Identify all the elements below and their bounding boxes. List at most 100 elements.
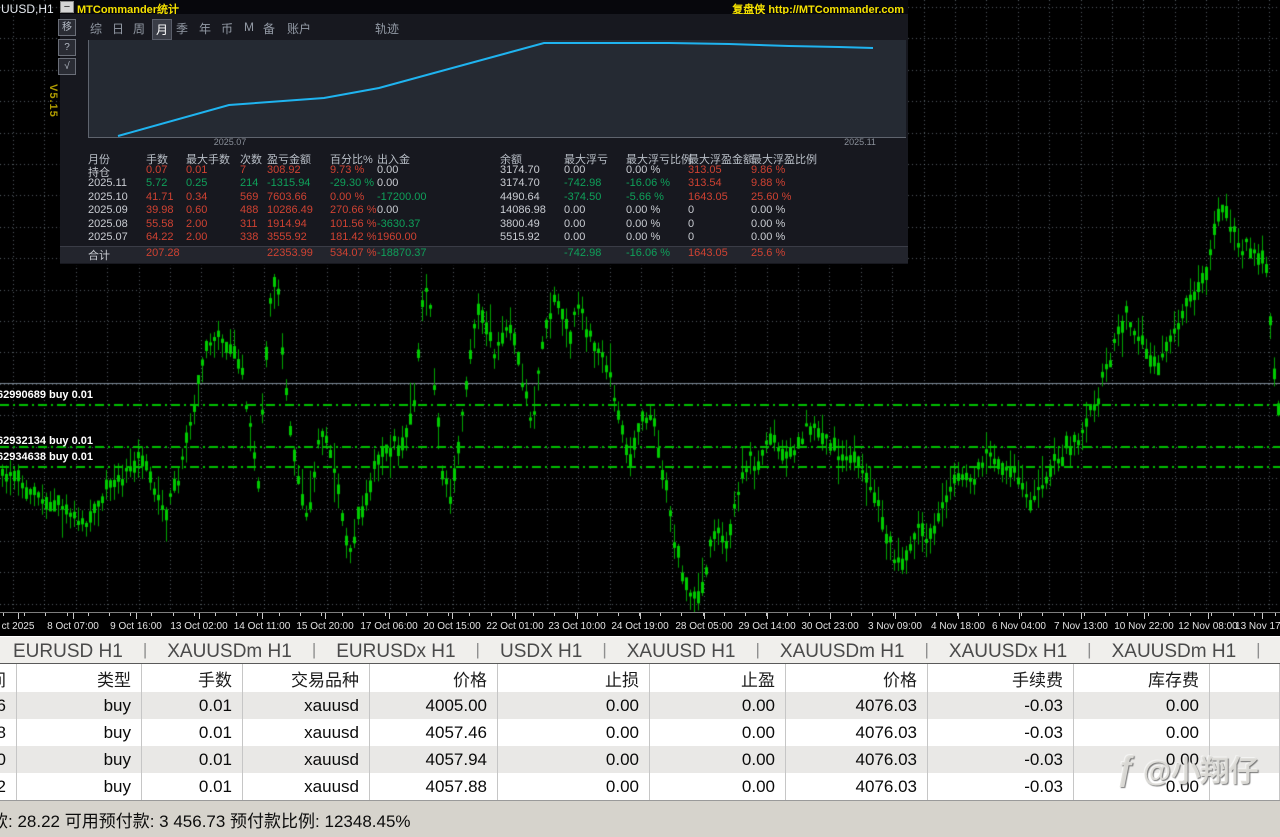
order-row-cell: 38 (0, 719, 17, 746)
time-tick (88, 613, 89, 616)
order-row-cell: 0.00 (650, 692, 786, 719)
stats-row-cell: 3800.49 (500, 218, 540, 230)
order-row: 38buy0.01xauusd4057.460.000.004076.03-0.… (0, 719, 1280, 746)
menu-item-季[interactable]: 季 (176, 20, 188, 37)
menu-item-账户[interactable]: 账户 (287, 20, 311, 37)
panel-side-button-?[interactable]: ? (58, 39, 76, 56)
time-tick (279, 613, 280, 616)
mtcommander-panel: − MTCommander统计 复盘侠 http://MTCommander.c… (60, 0, 908, 265)
stats-row-cell: 214 (240, 177, 258, 189)
stats-row-cell: 101.56 % (330, 218, 376, 230)
stats-row-cell: 55.58 (146, 218, 174, 230)
menu-item-日[interactable]: 日 (112, 20, 124, 37)
menu-item-周[interactable]: 周 (133, 20, 145, 37)
time-tick (1127, 613, 1128, 616)
time-tick (724, 613, 725, 616)
menu-item-年[interactable]: 年 (199, 20, 211, 37)
panel-side-button-√[interactable]: √ (58, 58, 76, 75)
time-label: 23 Oct 10:00 (548, 621, 605, 632)
time-label: 13 Nov 17:0 (1235, 621, 1280, 632)
chart-tab[interactable]: USDX H1 (480, 637, 602, 664)
chart-tab[interactable]: XAUUSDm H1 (147, 637, 312, 664)
time-tick (173, 613, 174, 616)
time-tick (618, 613, 619, 616)
time-tick (1148, 613, 1149, 616)
order-row-cell: 4076.03 (786, 692, 928, 719)
stats-row-cell: 0.00 % (751, 231, 785, 243)
stats-row-cell: 9.88 % (751, 177, 785, 189)
time-tick-major (262, 613, 263, 619)
stats-row-cell: -17200.00 (377, 191, 427, 203)
time-label: 6 Nov 04:00 (992, 621, 1046, 632)
stats-total-row-label: 合计 (88, 247, 110, 263)
stats-row-cell: 313.05 (688, 164, 722, 176)
orders-header-row-cell: 间 (0, 664, 17, 692)
order-line-label: 62932134 buy 0.01 (0, 435, 93, 447)
stats-row-cell: 0.00 (564, 164, 585, 176)
chart-tab[interactable]: EURUSD H1 (0, 637, 143, 664)
time-label: 17 Oct 06:00 (360, 621, 417, 632)
stats-total-row-cell: 25.6 % (751, 247, 785, 259)
menu-item-M[interactable]: M (244, 20, 254, 34)
time-label: 4 Nov 18:00 (931, 621, 985, 632)
chart-tab[interactable]: XAUUSDm H1 (760, 637, 925, 664)
order-row-cell: 06 (0, 692, 17, 719)
time-label: 13 Oct 02:00 (170, 621, 227, 632)
stats-row-cell: 0 (688, 231, 694, 243)
order-row-cell: buy (17, 719, 142, 746)
panel-side-button-移[interactable]: 移 (58, 19, 76, 36)
order-row-cell: 0.00 (1074, 692, 1210, 719)
stats-row-cell: 7 (240, 164, 246, 176)
minimize-button[interactable]: − (60, 1, 74, 13)
time-tick-major (515, 613, 516, 619)
chart-tab[interactable]: XAUUSDx H1 (929, 637, 1087, 664)
time-tick (915, 613, 916, 616)
stats-row-cell: 270.66 % (330, 204, 376, 216)
order-row-cell: 0.00 (1074, 773, 1210, 800)
stats-row-cell: 569 (240, 191, 258, 203)
equity-curve (89, 40, 906, 137)
stats-row-cell: 0.00 % (626, 231, 660, 243)
time-tick (130, 613, 131, 616)
time-tick (236, 613, 237, 616)
order-row: 06buy0.01xauusd4005.000.000.004076.03-0.… (0, 692, 1280, 719)
chart-tab[interactable]: EURUSDx H1 (316, 637, 475, 664)
order-row-cell: 4076.03 (786, 719, 928, 746)
stats-total-row: 合计207.2822353.99534.07 %-18870.37-742.98… (60, 246, 908, 263)
time-tick-major (73, 613, 74, 619)
time-tick-major (577, 613, 578, 619)
stats-row: 2025.115.720.25214-1315.94-29.30 %0.0031… (60, 177, 908, 191)
chart-tab[interactable]: XAUUSD H1 (607, 637, 756, 664)
orders-header-row-cell: 价格 (370, 664, 498, 692)
menu-item-轨迹[interactable]: 轨迹 (375, 20, 399, 37)
time-tick (1211, 613, 1212, 616)
time-tick-major (895, 613, 896, 619)
time-tick (787, 613, 788, 616)
time-axis[interactable]: ct 20258 Oct 07:009 Oct 16:0013 Oct 02:0… (0, 612, 1280, 637)
stats-row-cell: 9.73 % (330, 164, 364, 176)
time-tick-major (1208, 613, 1209, 619)
stats-row-cell: 0.00 (377, 204, 398, 216)
orders-header-row-cell: 库存费 (1074, 664, 1210, 692)
chart-tab[interactable]: XAUUSDm H1 (1092, 637, 1257, 664)
time-tick (1169, 613, 1170, 616)
menu-item-币[interactable]: 币 (221, 20, 233, 37)
time-tick-major (18, 613, 19, 619)
chart-tab[interactable]: XAUUSDm H1 (1261, 637, 1280, 664)
time-tick (491, 613, 492, 616)
stats-row-label: 2025.08 (88, 218, 128, 230)
time-tick-major (767, 613, 768, 619)
menu-item-综[interactable]: 综 (90, 20, 102, 37)
time-tick (554, 613, 555, 616)
order-row-cell: 0.00 (498, 746, 650, 773)
panel-title-bar[interactable]: − MTCommander统计 复盘侠 http://MTCommander.c… (60, 0, 908, 14)
stats-row-cell: 10286.49 (267, 204, 313, 216)
time-tick-major (958, 613, 959, 619)
stats-row-cell: 5.72 (146, 177, 167, 189)
menu-item-备[interactable]: 备 (263, 20, 275, 37)
time-label: 24 Oct 19:00 (611, 621, 668, 632)
time-label: 3 Nov 09:00 (868, 621, 922, 632)
stats-row: 2025.0855.582.003111914.94101.56 %-3630.… (60, 218, 908, 232)
stats-total-row-cell: 1643.05 (688, 247, 728, 259)
menu-item-月[interactable]: 月 (152, 19, 172, 40)
